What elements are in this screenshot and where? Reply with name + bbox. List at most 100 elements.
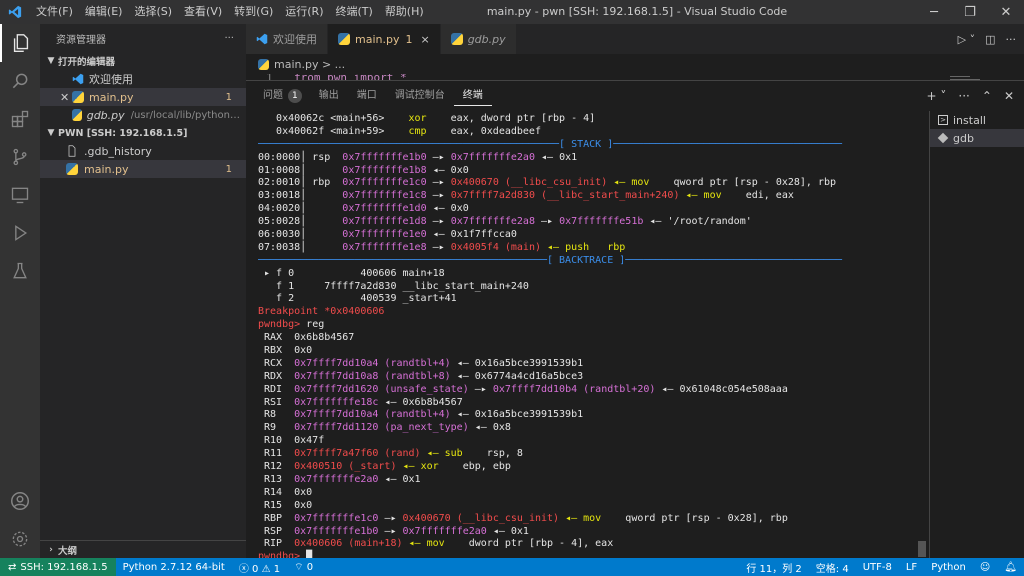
terminal-text: R15 0x0	[258, 499, 313, 511]
feedback-icon[interactable]: ☺	[973, 562, 997, 573]
terminal-line: 06:0030│ 0x7fffffffe1e0 ◂— 0x1f7ffcca0	[258, 229, 916, 242]
more-actions-icon[interactable]: ···	[1006, 33, 1017, 46]
open-editors-section[interactable]: ▼ 打开的编辑器	[40, 52, 246, 70]
terminal-line: 01:0008│ 0x7fffffffe1b8 ◂— 0x0	[258, 165, 916, 178]
menu-view[interactable]: 查看(V)	[178, 0, 228, 24]
close-panel-icon[interactable]: ✕	[1004, 89, 1014, 103]
minimize-icon[interactable]: ─	[916, 0, 952, 24]
terminal-text: 0x4005f4 (main)	[450, 241, 541, 253]
terminal-item-gdb[interactable]: gdb	[930, 129, 1024, 147]
terminal-text: cmp	[408, 125, 427, 137]
terminal-item-install[interactable]: > install	[930, 111, 1024, 129]
problems-status[interactable]: ⓧ 0 ⚠ 1	[232, 560, 287, 575]
cursor-position[interactable]: 行 11，列 2	[739, 560, 808, 575]
problems-count-badge: 1	[288, 89, 302, 103]
tab-welcome[interactable]: 欢迎使用	[246, 24, 328, 54]
tab-output[interactable]: 输出	[310, 81, 348, 111]
terminal-text: ◂— push	[541, 241, 608, 253]
maximize-panel-icon[interactable]: ⌃	[982, 89, 992, 103]
account-icon[interactable]	[0, 482, 40, 520]
remote-explorer-icon[interactable]	[0, 176, 40, 214]
terminal-text: ◂— 0x16a5bce3991539b1	[450, 357, 584, 369]
more-actions-icon[interactable]: ···	[224, 33, 234, 44]
encoding[interactable]: UTF-8	[856, 562, 899, 573]
terminal-line: 0x40062f <main+59> cmp eax, 0xdeadbeef	[258, 126, 916, 139]
extensions-icon[interactable]	[0, 100, 40, 138]
breadcrumb-path: main.py > ...	[274, 57, 346, 71]
run-debug-icon[interactable]	[0, 214, 40, 252]
terminal-scrollbar[interactable]	[918, 541, 926, 557]
search-icon[interactable]	[0, 62, 40, 100]
python-interpreter[interactable]: Python 2.7.12 64-bit	[116, 562, 232, 573]
tab-debug-console[interactable]: 调试控制台	[386, 81, 454, 111]
terminal-text: ◂— mov	[679, 190, 746, 202]
notifications-icon[interactable]: 🔔︎	[997, 562, 1024, 573]
terminal-text: 0x40062f <main+59>	[258, 125, 409, 137]
terminal-text: rsp, 8	[486, 448, 523, 460]
chevron-right-icon: ›	[49, 544, 53, 555]
tab-terminal[interactable]: 终端	[453, 87, 492, 106]
python-file-icon	[450, 33, 463, 45]
open-editor-gdb-py[interactable]: gdb.py /usr/local/lib/python2.7/dis...	[40, 106, 246, 124]
menu-terminal[interactable]: 终端(T)	[330, 0, 379, 24]
menu-go[interactable]: 转到(G)	[228, 0, 279, 24]
language-mode[interactable]: Python	[924, 562, 973, 573]
new-terminal-icon[interactable]: + ˅	[927, 89, 947, 103]
menu-run[interactable]: 运行(R)	[279, 0, 329, 24]
split-editor-icon[interactable]: ◫	[985, 33, 995, 46]
terminal-text: 0x7fffffffe2a0	[294, 473, 379, 485]
terminal-label: gdb	[953, 131, 974, 145]
menu-edit[interactable]: 编辑(E)	[79, 0, 129, 24]
remote-indicator[interactable]: ⇄ SSH: 192.168.1.5	[0, 558, 116, 576]
tab-ports[interactable]: 端口	[348, 81, 386, 111]
breadcrumb[interactable]: main.py > ...	[246, 54, 1024, 74]
remote-icon: ⇄	[8, 561, 17, 573]
close-icon[interactable]: ✕	[988, 0, 1024, 24]
outline-section[interactable]: › 大纲	[40, 540, 246, 558]
tab-main-py[interactable]: main.py 1 ×	[328, 24, 441, 54]
menu-selection[interactable]: 选择(S)	[128, 0, 178, 24]
source-control-icon[interactable]	[0, 138, 40, 176]
file-gdb-history[interactable]: .gdb_history	[40, 142, 246, 160]
tab-problems[interactable]: 问题	[254, 81, 292, 111]
tab-gdb-py[interactable]: gdb.py	[440, 24, 517, 54]
menu-help[interactable]: 帮助(H)	[379, 0, 430, 24]
explorer-icon[interactable]	[0, 24, 40, 62]
terminal-text: —▸	[468, 383, 493, 395]
terminal-output[interactable]: 0x40062c <main+56> xor eax, dword ptr [r…	[258, 113, 916, 559]
terminal-text: ◂— sub	[420, 448, 487, 460]
indentation[interactable]: 空格: 4	[809, 560, 856, 575]
terminal-line: R13 0x7fffffffe2a0 ◂— 0x1	[258, 474, 916, 487]
testing-icon[interactable]	[0, 252, 40, 290]
tab-close-icon[interactable]: ×	[420, 33, 429, 46]
terminal-text: 01:0008│	[258, 164, 343, 176]
run-file-icon[interactable]: ▷ ˅	[958, 33, 975, 46]
file-main-py[interactable]: main.py 1	[40, 160, 246, 178]
terminal-text: eax, 0xdeadbeef	[426, 125, 541, 137]
more-actions-icon[interactable]: ···	[958, 89, 969, 103]
terminal-text: RCX	[258, 357, 295, 369]
terminal-text: —▸	[426, 177, 451, 189]
manage-gear-icon[interactable]	[0, 520, 40, 558]
menu-file[interactable]: 文件(F)	[30, 0, 79, 24]
ports-status[interactable]: ⌔ 0	[287, 561, 320, 574]
end-of-line[interactable]: LF	[899, 562, 924, 573]
open-editor-welcome[interactable]: 欢迎使用	[40, 70, 246, 88]
problem-badge: 1	[225, 163, 232, 175]
terminal-text: ◂— mov	[559, 512, 626, 524]
close-editor-icon[interactable]: ✕	[60, 91, 72, 104]
terminal-text: 0x7fffffffe2a0	[450, 151, 535, 163]
ports-count: 0	[306, 561, 314, 573]
vscode-file-icon	[72, 73, 84, 85]
terminal-text: reg	[306, 319, 325, 331]
terminal-text: 0x7fffffffe1c0	[294, 512, 379, 524]
restore-icon[interactable]: ❐	[952, 0, 988, 24]
terminal-line: Breakpoint *0x0400606	[258, 306, 916, 319]
terminal-text: 06:0030│	[258, 229, 343, 241]
terminal-line: f 2 400539 _start+41	[258, 293, 916, 306]
open-editor-main-py[interactable]: ✕ main.py 1	[40, 88, 246, 106]
workspace-section[interactable]: ▼ PWN [SSH: 192.168.1.5]	[40, 124, 246, 142]
terminal-text: eax, dword ptr [rbp - 4]	[426, 113, 596, 124]
terminal-text: R14 0x0	[258, 486, 313, 498]
terminal-line: RBP 0x7fffffffe1c0 —▸ 0x400670 (__libc_c…	[258, 513, 916, 526]
